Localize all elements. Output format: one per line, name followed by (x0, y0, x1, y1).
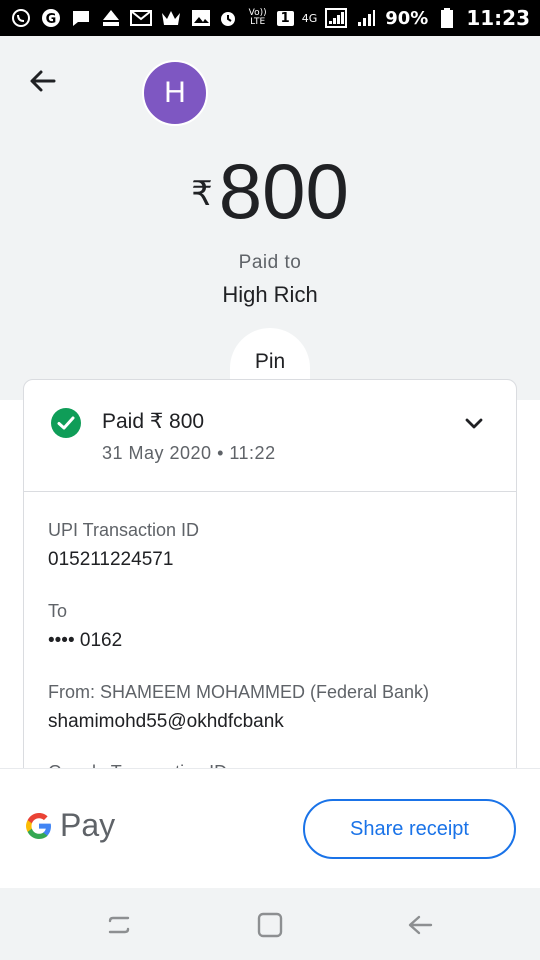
gpay-logo: Pay (24, 807, 115, 844)
gallery-icon (190, 8, 212, 28)
google-g-icon (26, 812, 51, 839)
share-receipt-button[interactable]: Share receipt (303, 799, 516, 859)
detail-upi-id: UPI Transaction ID 015211224571 (48, 520, 199, 571)
detail-value: •••• 0162 (48, 630, 123, 651)
volte-label: Vo)) LTE (248, 8, 267, 27)
gmail-icon (130, 8, 152, 28)
detail-from: From: SHAMEEM MOHAMMED (Federal Bank) sh… (48, 682, 429, 733)
paid-to-label: Paid to (238, 252, 302, 273)
status-bar: G Vo)) LTE 1 4G 90% 11:23 (0, 0, 540, 36)
detail-label: From: SHAMEEM MOHAMMED (Federal Bank) (48, 682, 430, 702)
payment-status: Paid ₹ 800 (102, 410, 205, 433)
signal-icon (325, 8, 348, 28)
whatsapp-icon (10, 8, 32, 28)
payment-date: 31 May 2020 • 11:22 (102, 443, 276, 463)
sim-badge: 1 (276, 10, 294, 26)
footer-bar: Pay Share receipt (0, 768, 540, 888)
crown-icon (160, 8, 182, 28)
detail-label: To (48, 601, 68, 621)
chevron-down-icon[interactable] (462, 412, 486, 436)
notification-icons: G (10, 8, 212, 28)
transaction-card: Paid ₹ 800 31 May 2020 • 11:22 UPI Trans… (23, 379, 517, 779)
home-icon[interactable] (255, 910, 285, 940)
message-icon (70, 8, 92, 28)
alarm-icon (217, 8, 239, 28)
back-arrow-icon[interactable] (26, 64, 60, 98)
network-label: 4G (301, 11, 318, 25)
avatar[interactable]: H (142, 60, 208, 126)
amount-display: ₹ 800 (0, 152, 540, 230)
google-icon: G (40, 8, 62, 28)
system-nav-bar (0, 888, 540, 960)
clock: 11:23 (466, 6, 530, 30)
detail-label: UPI Transaction ID (48, 520, 200, 540)
system-status: Vo)) LTE 1 4G 90% 11:23 (217, 6, 530, 30)
svg-text:G: G (46, 12, 57, 27)
transaction-summary[interactable]: Paid ₹ 800 31 May 2020 • 11:22 (24, 380, 516, 492)
signal-icon-2 (355, 8, 377, 28)
currency-symbol: ₹ (191, 175, 213, 213)
pay-wordmark: Pay (60, 807, 116, 843)
payee-name: High Rich (222, 282, 318, 307)
battery-icon (436, 8, 458, 28)
detail-value: shamimohd55@okhdfcbank (48, 711, 284, 732)
mm-icon (100, 8, 122, 28)
amount-value: 800 (218, 147, 349, 235)
detail-value: 015211224571 (48, 549, 174, 570)
recent-apps-icon[interactable] (104, 910, 134, 940)
detail-to: To •••• 0162 (48, 601, 122, 652)
back-icon[interactable] (405, 910, 435, 940)
payment-header: H ₹ 800 Paid to High Rich Pin (0, 36, 540, 400)
battery-percent: 90% (385, 7, 429, 29)
check-circle-icon (51, 408, 81, 438)
